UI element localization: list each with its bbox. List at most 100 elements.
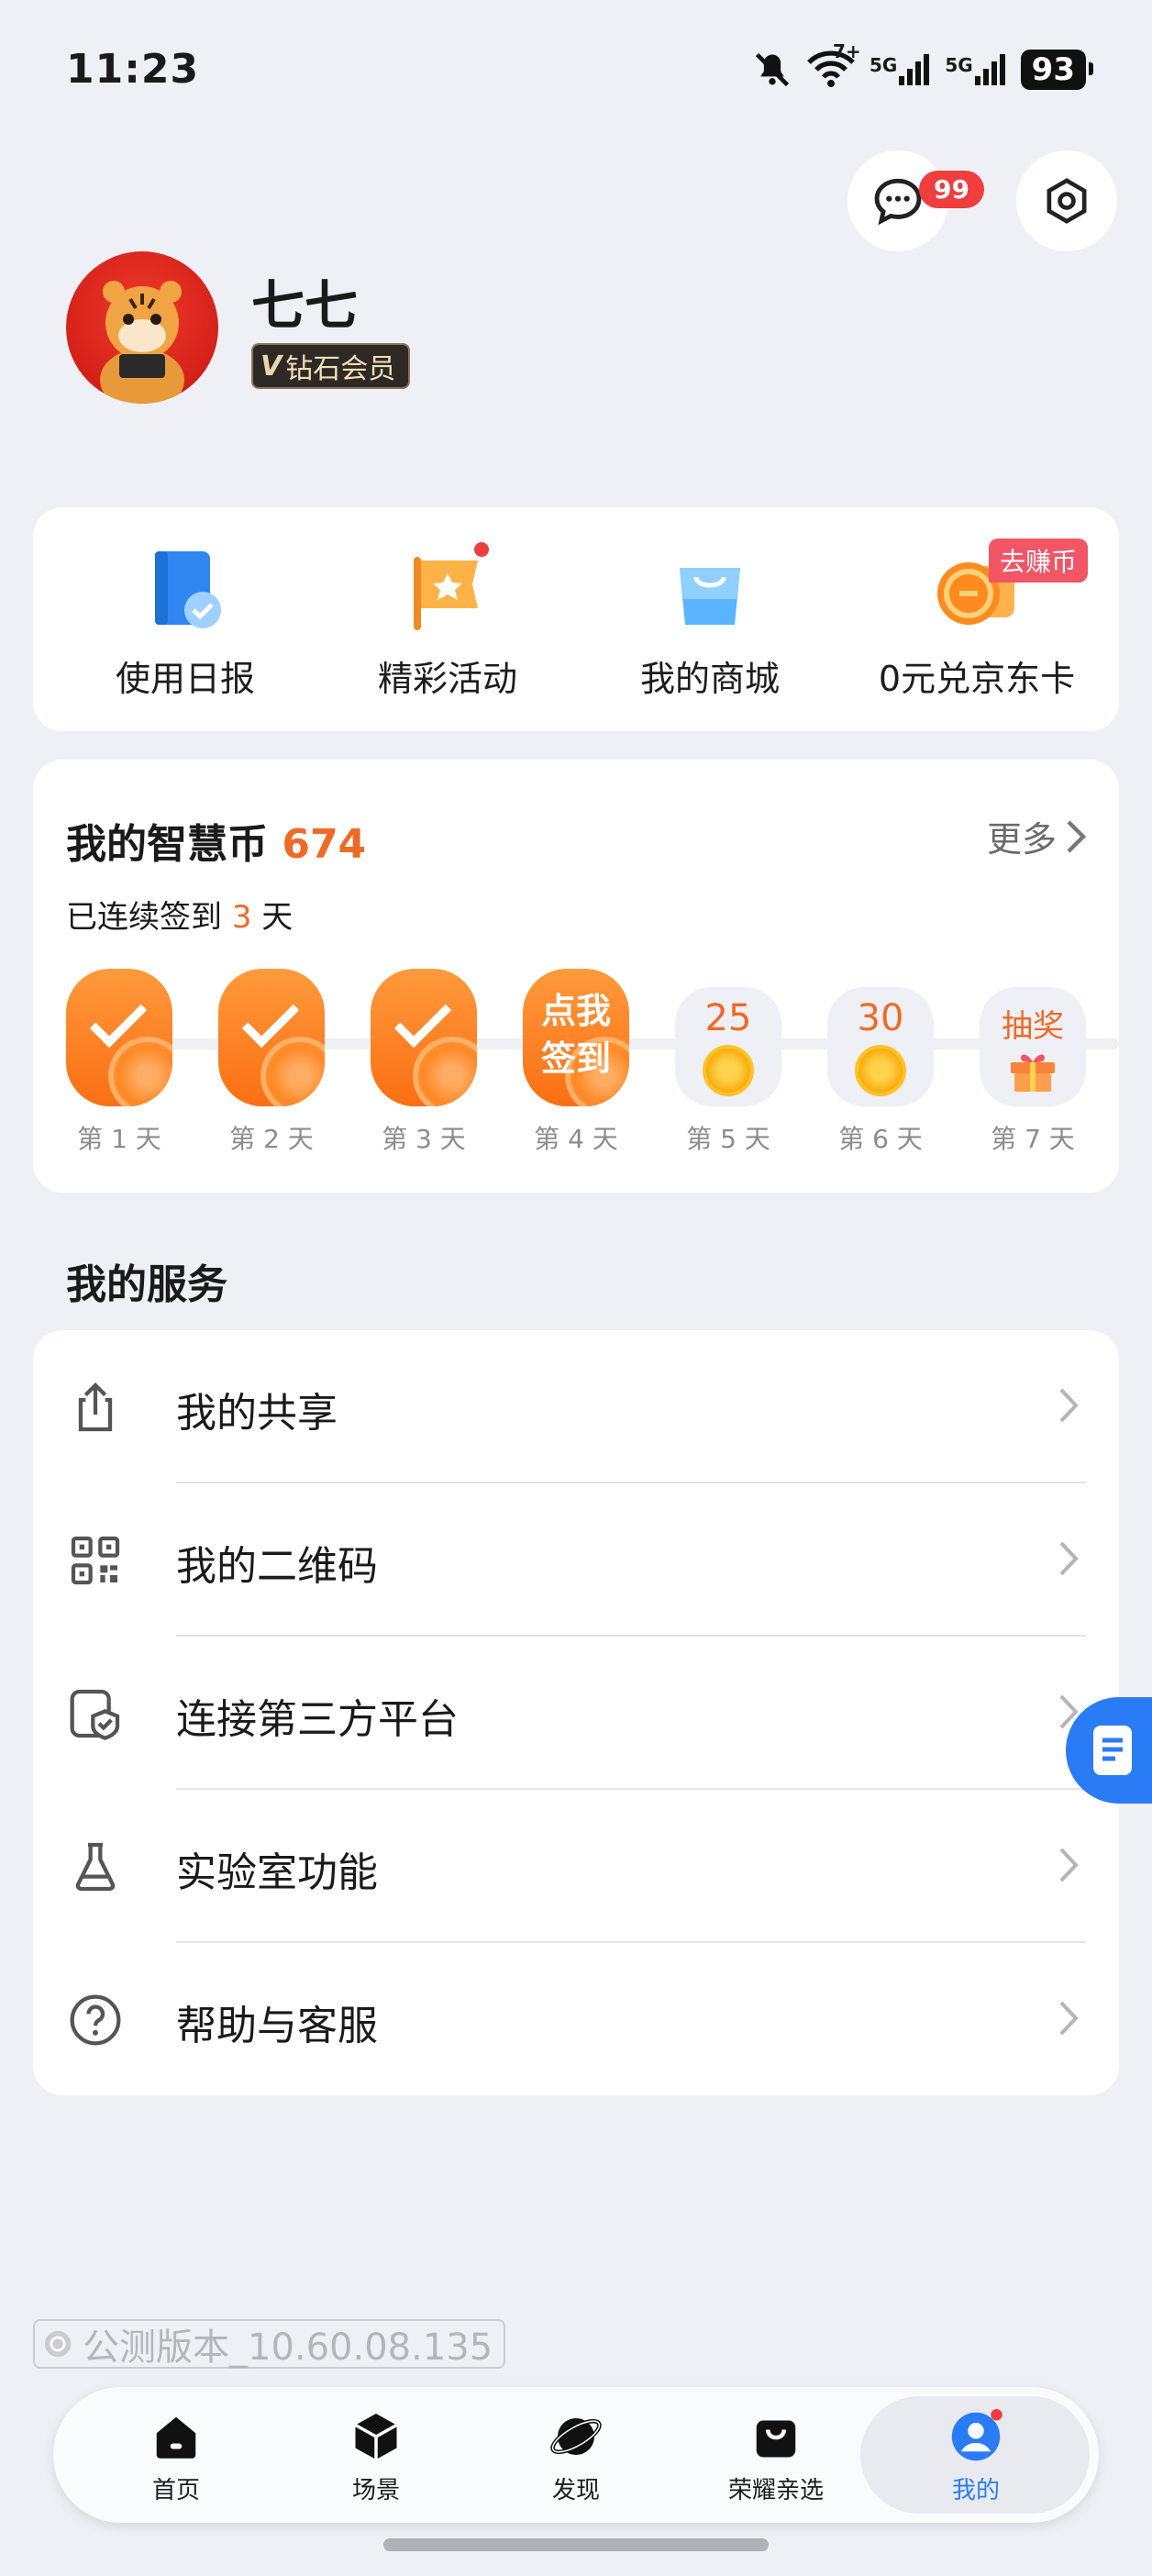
checkin-day-5: 25 第 5 天 [675,969,781,1156]
bag-icon [748,2409,803,2464]
service-lab-label: 实验室功能 [176,1849,378,1896]
nav-scenes[interactable]: 场景 [294,2409,459,2505]
streak-days: 3 [231,899,252,936]
vip-label: 钻石会员 [285,353,396,385]
message-count-badge: 99 [919,171,984,208]
coins-title: 我的智慧币 674 [66,811,366,870]
checkin-day-4: 点我 签到 第 4 天 [523,969,629,1156]
service-qr-code[interactable]: 我的二维码 [33,1483,1119,1637]
profile-icon [948,2409,1003,2464]
prize-label: 抽奖 [1002,1007,1064,1045]
service-share-label: 我的共享 [176,1390,338,1437]
quick-activities[interactable]: 精彩活动 [328,540,567,701]
coins-more-label: 更多 [986,819,1057,860]
quick-mall-label: 我的商城 [639,659,780,699]
service-help-label: 帮助与客服 [176,2003,378,2049]
service-lab[interactable]: 实验室功能 [33,1790,1119,1943]
nav-home[interactable]: 首页 [94,2409,259,2505]
checkin-done-pill [66,969,172,1106]
streak-suffix: 天 [261,899,294,936]
checkin-day-7: 抽奖 第 7 天 [980,969,1086,1156]
version-label: 公测版本_10.60.08.135 [33,2319,506,2369]
shopping-bag-icon [659,540,760,641]
username[interactable]: 七七 [251,262,358,339]
coin-bg-icon [413,1037,477,1106]
chevron-right-icon [1067,819,1086,853]
day-label: 第 2 天 [229,1124,314,1154]
signal-1-label: 5G [869,54,898,76]
quick-actions-card: 使用日报 精彩活动 我的商城 0元兑京东卡 去赚币 [33,507,1119,731]
chevron-right-icon [1059,1388,1079,1423]
earn-coins-tag[interactable]: 去赚币 [988,539,1088,583]
gift-icon [1011,1054,1055,1092]
status-icons: 7+ 5G 5G 93 [752,40,1094,92]
settings-hexagon-icon [1047,178,1087,224]
service-third-party[interactable]: 连接第三方平台 [33,1637,1119,1790]
checkin-future-pill: 30 [827,987,934,1106]
service-qr-code-label: 我的二维码 [176,1543,378,1590]
coins-more-link[interactable]: 更多 [987,811,1086,861]
checkin-today-line1: 点我 [540,991,611,1031]
nav-home-label: 首页 [151,2477,200,2504]
settings-button[interactable] [1016,150,1117,251]
nav-honor-select[interactable]: 荣耀亲选 [693,2409,858,2505]
coin-icon [703,1045,754,1096]
checkin-today-line2: 签到 [540,1038,611,1079]
nav-scenes-label: 场景 [351,2477,400,2504]
reward-value: 25 [704,997,752,1039]
coins-value: 674 [282,821,367,868]
cube-icon [349,2409,404,2464]
flask-icon [75,1842,116,1892]
coin-bg-icon [108,1037,172,1106]
vip-v-icon: V [260,350,282,383]
day-label: 第 5 天 [686,1124,770,1154]
document-icon [1093,1726,1132,1775]
status-time: 11:23 [66,46,200,93]
checkin-day-3: 第 3 天 [371,969,477,1156]
activity-flag-icon [397,540,498,641]
battery-indicator: 93 [1020,50,1094,90]
reward-value: 30 [857,997,904,1039]
signal-bars-icon [899,54,930,85]
signal-1: 5G [870,54,930,85]
day-label: 第 6 天 [838,1124,923,1154]
day-label: 第 1 天 [77,1124,161,1154]
avatar[interactable] [66,251,218,404]
signal-2-label: 5G [945,54,973,76]
service-help[interactable]: 帮助与客服 [33,1943,1119,2096]
checkin-day-2: 第 2 天 [218,969,325,1156]
checkin-day-6: 30 第 6 天 [827,969,934,1156]
coins-title-text: 我的智慧币 [66,821,268,868]
nav-discover[interactable]: 发现 [493,2409,659,2505]
tiger-avatar-icon [100,281,184,404]
home-icon [149,2409,204,2464]
honor-logo-icon [44,2330,72,2358]
checkin-done-pill [218,969,325,1106]
quick-daily-report[interactable]: 使用日报 [66,540,305,701]
mute-bell-icon [755,52,790,87]
service-share[interactable]: 我的共享 [33,1330,1119,1483]
vip-badge[interactable]: V 钻石会员 [251,343,411,389]
quick-daily-report-label: 使用日报 [115,659,255,699]
daily-report-icon [135,540,236,641]
streak-prefix: 已连续签到 [66,899,222,936]
checkin-future-pill: 25 [675,987,781,1106]
checkin-day-1: 第 1 天 [66,969,172,1156]
chat-bubble-icon [874,178,922,226]
day-label: 第 3 天 [382,1124,466,1154]
checkin-streak: 已连续签到 3 天 [66,892,293,937]
planet-icon [548,2409,604,2464]
version-text: 公测版本_10.60.08.135 [83,2326,493,2369]
home-indicator[interactable] [383,2538,769,2551]
service-third-party-label: 连接第三方平台 [176,1696,459,1743]
share-icon [78,1382,113,1432]
wifi-icon: 7+ [807,40,861,92]
quick-mall[interactable]: 我的商城 [591,540,829,701]
wifi-label: 7+ [832,40,861,62]
checkin-prize-pill[interactable]: 抽奖 [980,987,1086,1106]
checkin-today-text: 点我 签到 [523,987,629,1083]
signal-bars-icon [974,54,1005,85]
nav-me[interactable]: 我的 [893,2409,1058,2505]
qr-code-icon [71,1536,120,1585]
checkin-today-button[interactable]: 点我 签到 [523,969,629,1106]
